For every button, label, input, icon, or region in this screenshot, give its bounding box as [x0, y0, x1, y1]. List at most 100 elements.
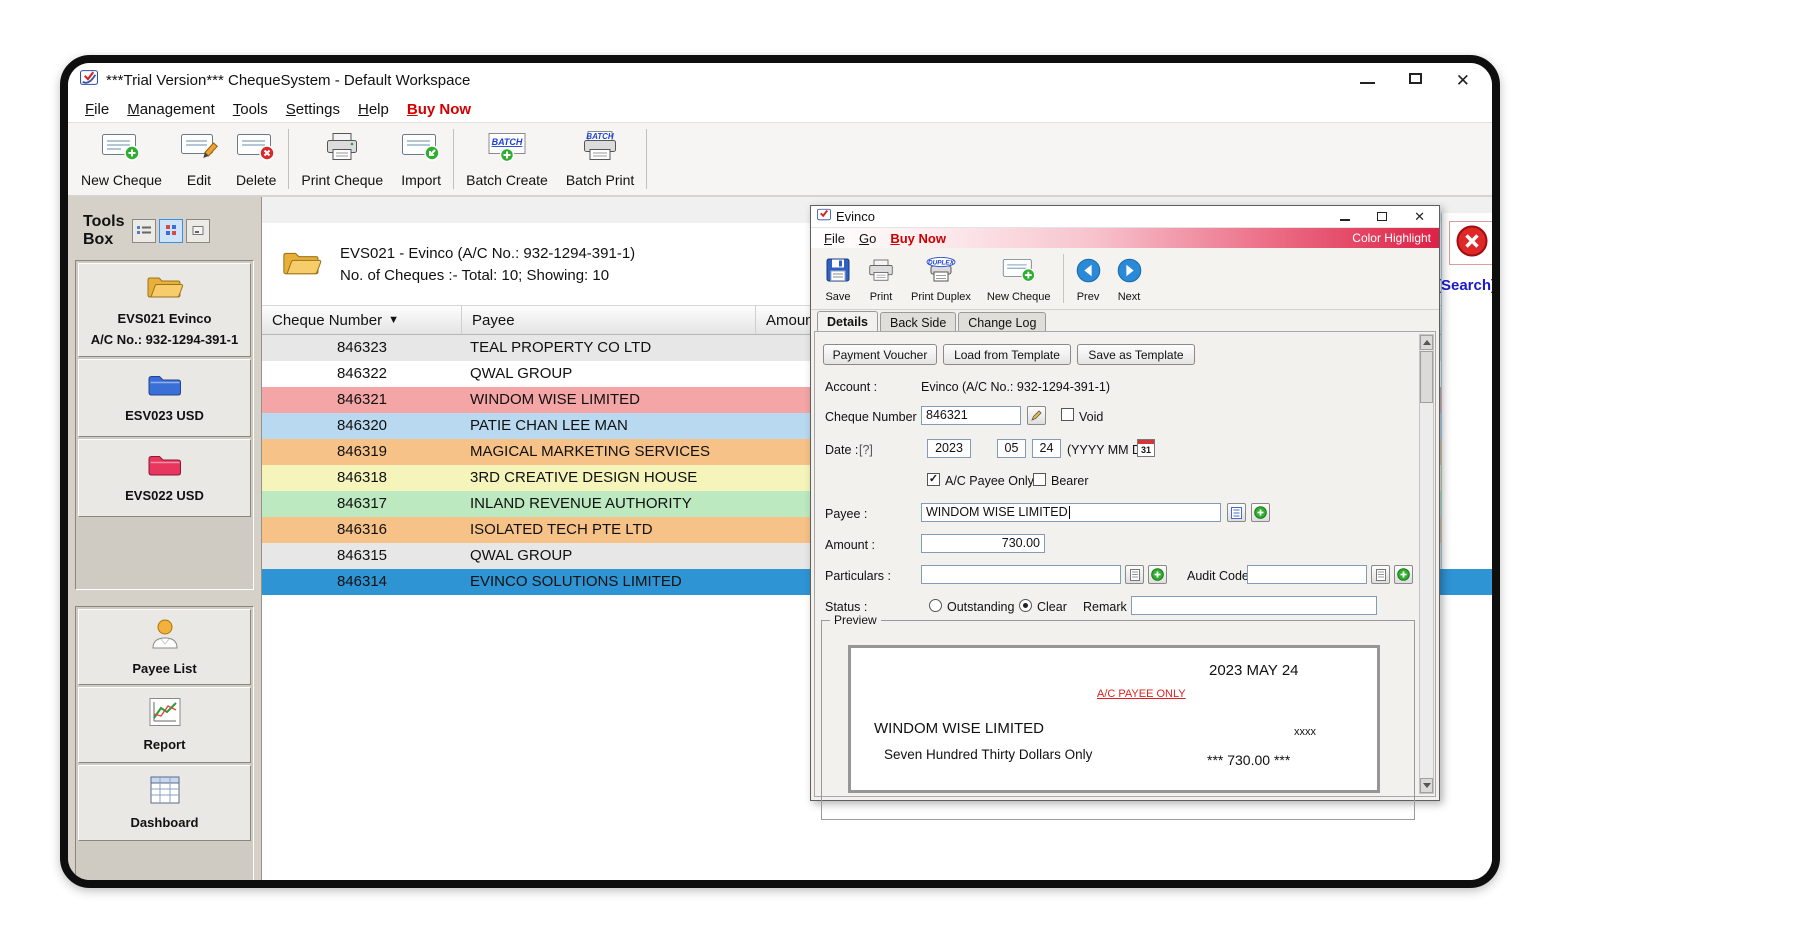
particulars-add-button[interactable]: [1148, 565, 1167, 584]
menu-file[interactable]: File: [817, 230, 852, 247]
load-from-template-button[interactable]: Load from Template: [943, 344, 1071, 365]
audit-code-list-button[interactable]: [1371, 565, 1390, 584]
menu-help[interactable]: Help: [349, 99, 398, 120]
batch-create-label: Batch Create: [466, 172, 548, 188]
minimize-button[interactable]: [1340, 208, 1350, 226]
account-item-esv023[interactable]: ESV023 USD: [78, 359, 251, 437]
detail-view-button[interactable]: [159, 219, 183, 243]
payee-cell: TEAL PROPERTY CO LTD: [462, 335, 756, 361]
date-day-input[interactable]: 24: [1032, 439, 1061, 458]
doc-icon: [1130, 569, 1140, 581]
print-cheque-button[interactable]: Print Cheque: [292, 123, 392, 195]
arrow-down-icon: [1423, 783, 1431, 788]
delete-button[interactable]: Delete: [227, 123, 285, 195]
save-button[interactable]: Save: [817, 248, 859, 309]
close-button[interactable]: ✕: [1414, 210, 1425, 223]
cheque-preview: 2023 MAY 24 A/C PAYEE ONLY WINDOM WISE L…: [848, 645, 1380, 793]
audit-code-add-button[interactable]: [1394, 565, 1413, 584]
main-menubar: File Management Tools Settings Help Buy …: [68, 97, 1492, 123]
minimize-button[interactable]: [1360, 71, 1375, 89]
save-as-template-button[interactable]: Save as Template: [1077, 344, 1195, 365]
prev-button[interactable]: Prev: [1068, 248, 1109, 309]
search-link[interactable]: [Search]: [1436, 277, 1496, 294]
maximize-button[interactable]: [1409, 71, 1422, 89]
status-outstanding-radio[interactable]: [929, 599, 942, 612]
cheque-number-cell: 846323: [262, 335, 462, 361]
folder-icon: [147, 372, 183, 403]
print-cheque-label: Print Cheque: [301, 172, 383, 188]
column-header-payee[interactable]: Payee: [462, 306, 756, 334]
amount-input[interactable]: 730.00: [921, 534, 1045, 553]
close-button[interactable]: ✕: [1456, 72, 1470, 89]
cheque-number-cell: 846317: [262, 491, 462, 517]
cheque-number-input[interactable]: 846321: [921, 406, 1021, 425]
svg-text:BATCH: BATCH: [492, 137, 523, 147]
print-duplex-button[interactable]: DUPLEX Print Duplex: [903, 248, 979, 309]
new-cheque-button[interactable]: New Cheque: [72, 123, 171, 195]
bearer-checkbox[interactable]: [1033, 473, 1046, 486]
report-button[interactable]: Report: [78, 687, 251, 763]
maximize-button[interactable]: [1377, 208, 1387, 226]
calendar-icon[interactable]: 31: [1137, 439, 1155, 457]
payee-cell: QWAL GROUP: [462, 543, 756, 569]
tab-back-side[interactable]: Back Side: [880, 312, 956, 332]
column-header-cheque-number[interactable]: Cheque Number ▼: [262, 306, 462, 334]
payee-lookup-button[interactable]: [1227, 503, 1246, 522]
scrollbar-thumb[interactable]: [1420, 351, 1433, 403]
account-item-evs021[interactable]: EVS021 Evinco A/C No.: 932-1294-391-1: [78, 263, 251, 357]
menu-buy-now[interactable]: Buy Now: [883, 230, 953, 247]
tab-details[interactable]: Details: [817, 311, 878, 333]
payee-list-button[interactable]: Payee List: [78, 609, 251, 685]
scroll-up-button[interactable]: [1420, 335, 1433, 350]
tab-change-log[interactable]: Change Log: [958, 312, 1046, 332]
cheque-new-icon: [1002, 257, 1036, 288]
import-button[interactable]: Import: [392, 123, 450, 195]
payee-cell: INLAND REVENUE AUTHORITY: [462, 491, 756, 517]
payee-add-button[interactable]: [1251, 503, 1270, 522]
window-title: ***Trial Version*** ChequeSystem - Defau…: [106, 72, 470, 89]
detail-view-icon: [165, 224, 177, 238]
edit-button[interactable]: Edit: [171, 123, 227, 195]
preview-amount-words: Seven Hundred Thirty Dollars Only: [884, 747, 1092, 762]
date-year-input[interactable]: 2023: [927, 439, 971, 458]
menu-buy-now[interactable]: Buy Now: [398, 99, 480, 120]
menu-go[interactable]: Go: [852, 230, 883, 247]
date-help-link[interactable]: [?]: [859, 443, 873, 457]
ac-payee-only-checkbox[interactable]: [927, 473, 940, 486]
dashboard-button[interactable]: Dashboard: [78, 765, 251, 841]
date-month-input[interactable]: 05: [997, 439, 1026, 458]
audit-code-input[interactable]: [1247, 565, 1367, 584]
batch-print-button[interactable]: BATCH Batch Print: [557, 123, 643, 195]
dialog-new-cheque-button[interactable]: New Cheque: [979, 248, 1059, 309]
payment-voucher-button[interactable]: Payment Voucher: [823, 344, 937, 365]
edit-number-button[interactable]: [1027, 406, 1046, 425]
list-view-button[interactable]: [132, 219, 156, 243]
payee-input[interactable]: WINDOM WISE LIMITED: [921, 503, 1221, 522]
close-search-button[interactable]: [1449, 221, 1495, 265]
menu-tools[interactable]: Tools: [224, 99, 277, 120]
next-button[interactable]: Next: [1109, 248, 1150, 309]
audit-code-label: Audit Code :: [1187, 569, 1256, 583]
tools-box-title: Tools Box: [83, 213, 124, 248]
printer-icon: [324, 132, 360, 167]
particulars-list-button[interactable]: [1125, 565, 1144, 584]
collapse-view-button[interactable]: [186, 219, 210, 243]
dialog-scrollbar[interactable]: [1419, 334, 1434, 794]
batch-create-button[interactable]: BATCH Batch Create: [457, 123, 557, 195]
menu-settings[interactable]: Settings: [277, 99, 349, 120]
menu-file[interactable]: File: [76, 99, 118, 120]
particulars-input[interactable]: [921, 565, 1121, 584]
print-button[interactable]: Print: [859, 248, 903, 309]
void-checkbox[interactable]: [1061, 408, 1074, 421]
status-clear-radio[interactable]: [1019, 599, 1032, 612]
void-label: Void: [1079, 410, 1103, 424]
color-highlight-label[interactable]: Color Highlight: [1352, 231, 1439, 245]
batch-create-icon: BATCH: [486, 130, 528, 167]
remark-input[interactable]: [1131, 596, 1377, 615]
account-item-evs022[interactable]: EVS022 USD: [78, 439, 251, 517]
scroll-down-button[interactable]: [1420, 778, 1433, 793]
preview-payee: WINDOM WISE LIMITED: [874, 720, 1044, 737]
batch-print-label: Batch Print: [566, 172, 634, 188]
folder-open-icon: [145, 271, 185, 306]
menu-management[interactable]: Management: [118, 99, 224, 120]
